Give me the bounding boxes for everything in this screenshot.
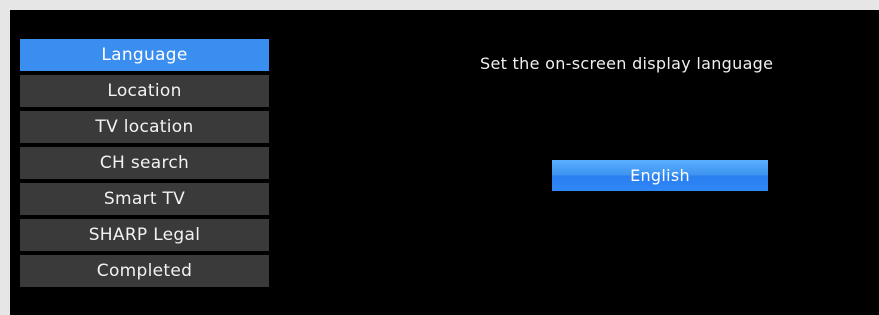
menu-item-language[interactable]: Language bbox=[20, 39, 269, 71]
menu-item-sharp-legal[interactable]: SHARP Legal bbox=[20, 219, 269, 251]
menu-item-tv-location[interactable]: TV location bbox=[20, 111, 269, 143]
language-value-selector[interactable]: English bbox=[552, 160, 768, 191]
menu-item-completed[interactable]: Completed bbox=[20, 255, 269, 287]
menu-item-ch-search[interactable]: CH search bbox=[20, 147, 269, 179]
menu-item-location[interactable]: Location bbox=[20, 75, 269, 107]
setting-description: Set the on-screen display language bbox=[480, 54, 774, 73]
menu-item-smart-tv[interactable]: Smart TV bbox=[20, 183, 269, 215]
setup-menu: Language Location TV location CH search … bbox=[20, 39, 269, 291]
tv-screen: Language Location TV location CH search … bbox=[10, 10, 879, 315]
